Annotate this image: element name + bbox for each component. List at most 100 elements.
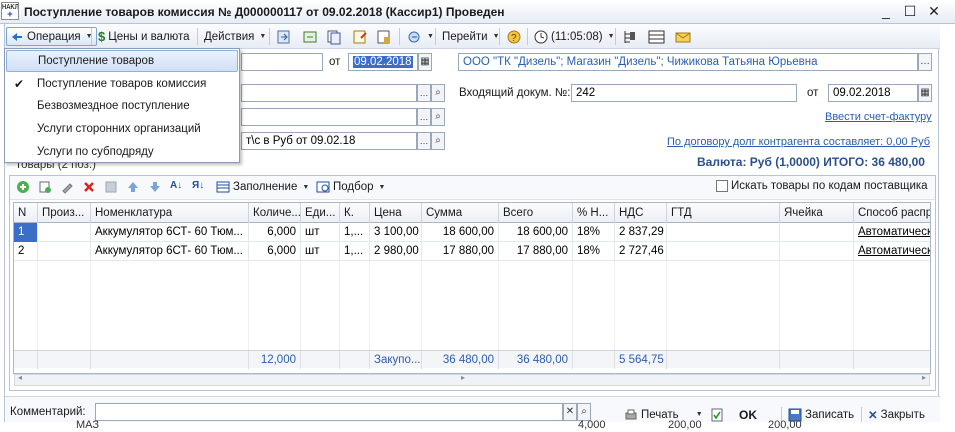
minimize-button[interactable]: _ — [879, 3, 893, 19]
table-cell[interactable]: 1,... — [340, 223, 370, 242]
menu-item-free-receipt[interactable]: Безвозмездное поступление — [6, 95, 238, 117]
organization-select-button[interactable]: … — [417, 108, 431, 126]
document-icon[interactable]: НАКЛ + — [1, 2, 19, 20]
invoice-link[interactable]: Ввести счет-фактуру — [825, 111, 932, 123]
actions-menu[interactable]: Действия ▼ — [201, 27, 269, 46]
column-header[interactable]: Способ распре — [854, 203, 930, 223]
copy-row-button[interactable] — [38, 180, 52, 194]
column-header[interactable]: Ячейка — [780, 203, 854, 223]
save-row-button[interactable] — [104, 180, 118, 194]
table-cell[interactable]: Аккумулятор 6СТ- 60 Тюм... — [91, 223, 249, 242]
table-cell[interactable]: шт — [301, 242, 340, 261]
table-row[interactable]: 1 Аккумулятор 6СТ- 60 Тюм... 6,000 шт 1,… — [14, 223, 930, 242]
horizontal-scrollbar[interactable]: ◂ ▸ ▸ — [14, 373, 930, 386]
table-cell[interactable]: Автоматическ — [854, 242, 930, 261]
scroll-right-icon[interactable]: ▸ — [922, 373, 926, 382]
goto-menu[interactable]: Перейти ▼ — [439, 27, 503, 46]
maximize-button[interactable]: ☐ — [903, 3, 917, 19]
counterparty-field[interactable]: ООО "ТК "Дизель"; Магазин "Дизель"; Чижи… — [458, 53, 918, 71]
table-cell[interactable]: 18% — [573, 223, 615, 242]
move-down-button[interactable] — [148, 180, 162, 194]
column-header[interactable]: К. — [340, 203, 370, 223]
selection-menu[interactable]: Подбор ▼ — [316, 180, 385, 194]
column-header[interactable]: Цена — [370, 203, 422, 223]
table-cell[interactable]: шт — [301, 223, 340, 242]
column-header[interactable]: ГТД — [667, 203, 780, 223]
copy-button[interactable] — [323, 27, 345, 46]
unpost-button[interactable] — [373, 27, 395, 46]
delete-row-button[interactable] — [82, 180, 96, 194]
clear-icon[interactable]: ✕ — [563, 403, 577, 421]
time-button[interactable]: (11:05:08) ▼ — [531, 27, 618, 46]
help-button[interactable]: ? — [503, 27, 525, 46]
menu-item-third-party-services[interactable]: Услуги сторонних организаций — [6, 118, 238, 140]
add-row-button[interactable] — [16, 180, 30, 194]
column-header[interactable]: % Н... — [573, 203, 615, 223]
table-cell[interactable]: 2 980,00 — [370, 242, 422, 261]
table-cell[interactable] — [38, 242, 91, 261]
table-cell[interactable]: 18% — [573, 242, 615, 261]
based-on-button[interactable]: ▼ — [403, 27, 437, 46]
warehouse-field[interactable] — [241, 84, 417, 102]
close-button[interactable]: ✕ — [927, 3, 941, 19]
table-row[interactable]: 2 Аккумулятор 6СТ- 60 Тюм... 6,000 шт 1,… — [14, 242, 930, 261]
sort-asc-button[interactable]: A↓ — [170, 180, 182, 191]
calendar-button[interactable]: ▦ — [918, 84, 932, 102]
table-cell[interactable]: 17 880,00 — [422, 242, 499, 261]
contract-select-button[interactable]: … — [417, 132, 431, 150]
operation-button[interactable]: Операция ▼ — [6, 27, 97, 46]
debt-link[interactable]: По договору долг контрагента составляет:… — [667, 136, 930, 148]
table-cell[interactable]: 1,... — [340, 242, 370, 261]
movements-button[interactable] — [645, 27, 669, 46]
column-header[interactable]: Еди... — [301, 203, 340, 223]
column-header[interactable]: Произ... — [38, 203, 91, 223]
table-cell[interactable] — [780, 242, 854, 261]
counterparty-select-button[interactable]: … — [918, 53, 932, 71]
menu-item-subcontract-services[interactable]: Услуги по субподряду — [6, 141, 238, 163]
table-cell[interactable]: 17 880,00 — [499, 242, 573, 261]
checkbox[interactable] — [716, 180, 728, 192]
scroll-grip-icon[interactable]: ▸ — [461, 373, 465, 382]
prices-currency-button[interactable]: $ Цены и валюта — [95, 27, 193, 46]
structure-tree-button[interactable] — [619, 27, 641, 46]
search-icon[interactable]: ⌕ — [431, 108, 445, 126]
row-number[interactable]: 1 — [14, 223, 38, 242]
table-cell[interactable]: 6,000 — [249, 242, 301, 261]
table-cell[interactable] — [667, 223, 780, 242]
structure-button[interactable] — [299, 27, 321, 46]
table-cell[interactable]: Автоматическ — [854, 223, 930, 242]
warehouse-select-button[interactable]: … — [417, 84, 431, 102]
table-cell[interactable]: 18 600,00 — [499, 223, 573, 242]
table-cell[interactable] — [780, 223, 854, 242]
edit-row-button[interactable] — [60, 180, 74, 194]
incoming-date-field[interactable]: 09.02.2018 — [828, 84, 918, 102]
column-header[interactable]: Сумма — [422, 203, 499, 223]
move-button[interactable] — [273, 27, 295, 46]
fill-menu[interactable]: Заполнение ▼ — [216, 180, 309, 194]
calendar-button[interactable]: ▦ — [418, 53, 432, 71]
comment-field[interactable] — [95, 403, 563, 421]
number-field[interactable] — [241, 53, 323, 71]
scroll-left-icon[interactable]: ◂ — [18, 373, 22, 382]
row-number[interactable]: 2 — [14, 242, 38, 261]
contract-field[interactable]: т\с в Руб от 09.02.18 — [241, 132, 417, 150]
column-header[interactable]: НДС — [615, 203, 667, 223]
column-header[interactable]: N — [14, 203, 38, 223]
column-header[interactable]: Номенклатура — [91, 203, 249, 223]
table-cell[interactable]: Аккумулятор 6СТ- 60 Тюм... — [91, 242, 249, 261]
sort-desc-button[interactable]: Я↓ — [192, 180, 204, 191]
table-cell[interactable]: 2 727,46 — [615, 242, 667, 261]
table-cell[interactable]: 2 837,29 — [615, 223, 667, 242]
table-cell[interactable]: 3 100,00 — [370, 223, 422, 242]
table-cell[interactable] — [667, 242, 780, 261]
column-header[interactable]: Количе... — [249, 203, 301, 223]
column-header[interactable]: Всего — [499, 203, 573, 223]
table-cell[interactable]: 6,000 — [249, 223, 301, 242]
date-field[interactable]: 09.02.2018 — [348, 53, 418, 71]
organization-field[interactable] — [241, 108, 417, 126]
post-button[interactable] — [349, 27, 371, 46]
search-icon[interactable]: ⌕ — [431, 132, 445, 150]
move-up-button[interactable] — [126, 180, 140, 194]
menu-item-goods-receipt[interactable]: Поступление товаров — [6, 50, 238, 72]
incoming-doc-field[interactable]: 242 — [571, 84, 797, 102]
